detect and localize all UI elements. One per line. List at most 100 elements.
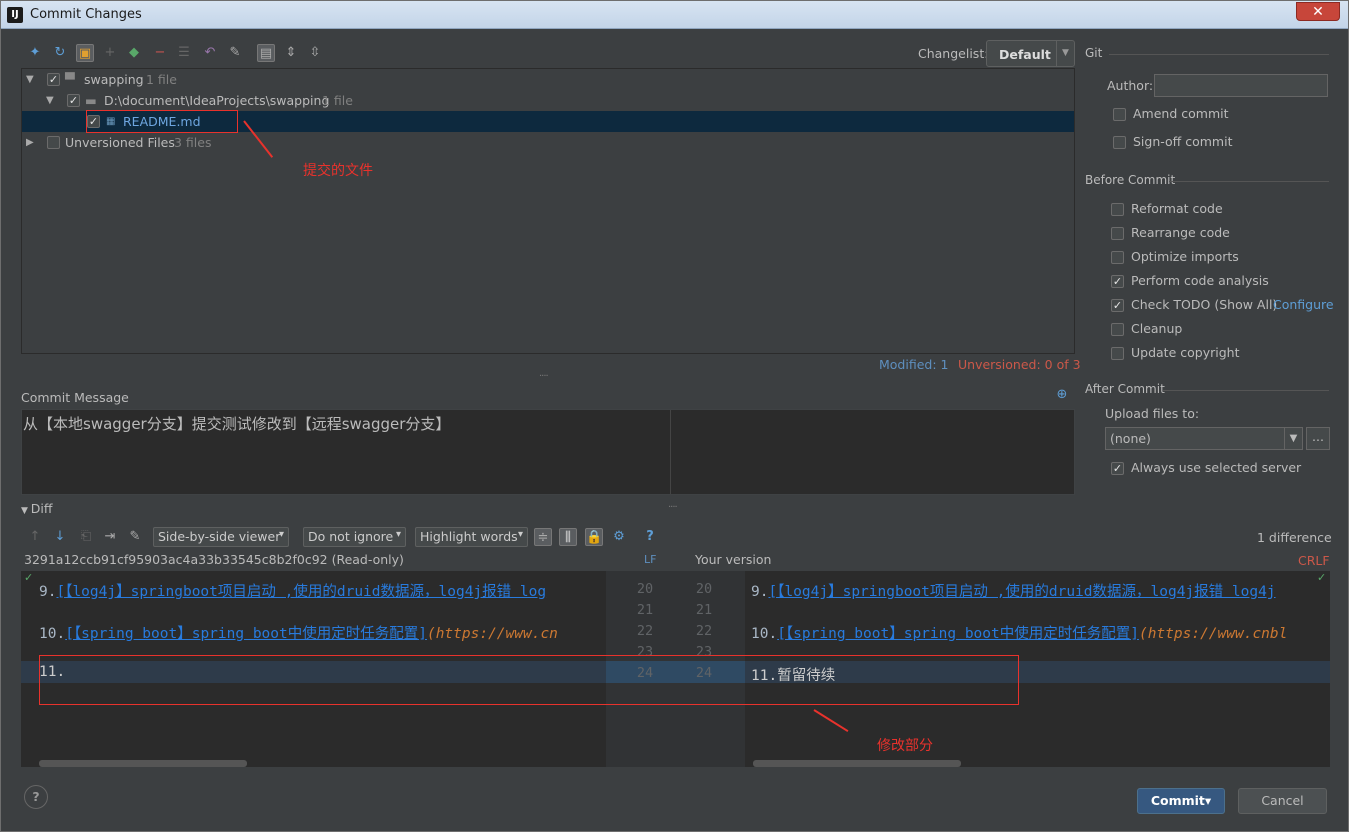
configure-link[interactable]: Configure <box>1273 297 1334 312</box>
minus-icon[interactable]: − <box>151 44 169 62</box>
collapse-unchanged-icon[interactable]: ≑ <box>534 528 552 546</box>
markdown-link[interactable]: [【spring boot】spring boot中使用定时任务配置] <box>65 626 427 642</box>
flatten-icon[interactable]: ▤ <box>257 44 275 62</box>
annotation-box-changes <box>39 655 1019 705</box>
jump-to-source-icon[interactable]: ⇥ <box>101 528 119 546</box>
option-label: Rearrange code <box>1131 225 1230 240</box>
unversioned-status[interactable]: Unversioned: 0 of 3 <box>958 357 1081 372</box>
checkbox[interactable] <box>1111 347 1124 360</box>
line-number-text: 9. <box>751 584 769 600</box>
checkbox[interactable] <box>1113 136 1126 149</box>
section-divider <box>1163 390 1329 391</box>
window-title: Commit Changes <box>30 7 142 22</box>
highlight-mode-dropdown[interactable]: Highlight words <box>415 527 528 547</box>
checkbox-unversioned[interactable] <box>47 136 60 149</box>
prev-file-icon[interactable]: ⎗ <box>77 528 95 546</box>
horizontal-scrollbar[interactable] <box>39 760 247 767</box>
tree-row-root[interactable]: ▼ ✓ ▀ swapping 1 file <box>22 69 1074 90</box>
checkbox[interactable]: ✓ <box>1111 275 1124 288</box>
annotation-changes: 修改部分 <box>877 738 933 754</box>
line-number-text: 10. <box>751 626 778 642</box>
checkbox-folder[interactable]: ✓ <box>67 94 80 107</box>
splitter-grip-icon[interactable]: ···· <box>668 502 678 513</box>
unversioned-name: Unversioned Files <box>65 135 175 150</box>
folder-count: 1 file <box>322 93 353 108</box>
collapse-arrow-icon[interactable]: ▶ <box>26 132 34 153</box>
checkbox[interactable]: ✓ <box>1111 462 1124 475</box>
commit-message-editor[interactable]: 从【本地swagger分支】提交测试修改到【远程swagger分支】 <box>21 409 1075 495</box>
upload-label: Upload files to: <box>1105 406 1200 421</box>
option-label: Cleanup <box>1131 321 1183 336</box>
section-divider <box>1169 181 1329 182</box>
upload-server-dropdown[interactable]: (none) ▼ <box>1105 427 1303 450</box>
markdown-link[interactable]: [【spring boot】spring boot中使用定时任务配置] <box>777 626 1139 642</box>
git-section-header: Git <box>1085 46 1329 60</box>
chevron-down-icon: ▼ <box>1056 41 1074 66</box>
modified-status[interactable]: Modified: 1 <box>879 357 948 372</box>
edit-source-icon[interactable]: ✎ <box>226 44 244 62</box>
collapse-all-icon[interactable]: ⇳ <box>306 44 324 62</box>
checkbox[interactable]: ✓ <box>1111 299 1124 312</box>
diff-icon[interactable]: ✦ <box>26 44 44 62</box>
line-separator-right[interactable]: CRLF <box>1298 553 1330 568</box>
commit-message-text: 从【本地swagger分支】提交测试修改到【远程swagger分支】 <box>23 415 451 433</box>
author-input[interactable] <box>1154 74 1328 97</box>
option-label: Check TODO (Show All) <box>1131 297 1278 312</box>
markdown-link[interactable]: [【log4j】springboot项目启动 ,使用的druid数据源，log4… <box>56 584 546 600</box>
diff-label-text: Diff <box>30 501 53 516</box>
right-line-number: 22 <box>695 623 713 639</box>
cancel-button[interactable]: Cancel <box>1238 788 1327 814</box>
checkbox[interactable] <box>1111 323 1124 336</box>
group-icon[interactable]: ◆ <box>125 44 143 62</box>
message-history-icon[interactable]: ⊕ <box>1053 386 1071 404</box>
splitter-grip-icon[interactable]: ···· <box>539 371 549 382</box>
changelist-value: Default <box>999 47 1051 62</box>
rollback-icon[interactable]: ↶ <box>201 44 219 62</box>
move-to-changelist-icon[interactable]: ▣ <box>76 44 94 62</box>
annotation-files: 提交的文件 <box>303 163 373 179</box>
diff-section-label[interactable]: ▼ Diff <box>21 501 53 516</box>
left-line-10: 10.[【spring boot】spring boot中使用定时任务配置](h… <box>39 622 599 643</box>
lock-icon[interactable]: 🔒 <box>585 528 603 546</box>
markdown-link[interactable]: [【log4j】springboot项目启动 ,使用的druid数据源，log4… <box>768 584 1275 600</box>
ignore-whitespace-dropdown[interactable]: Do not ignore <box>303 527 406 547</box>
close-button[interactable]: ✕ <box>1296 2 1340 21</box>
plus-icon[interactable]: + <box>101 44 119 62</box>
expand-all-icon[interactable]: ⇕ <box>282 44 300 62</box>
changelist-dropdown[interactable]: Default ▼ <box>986 40 1075 67</box>
right-line-9: 9.[【log4j】springboot项目启动 ,使用的druid数据源，lo… <box>751 580 1330 601</box>
checkbox[interactable] <box>1111 227 1124 240</box>
right-margin-guide <box>670 410 671 494</box>
commit-button[interactable]: Commit▾ <box>1137 788 1225 814</box>
checkbox-root[interactable]: ✓ <box>47 73 60 86</box>
chevron-down-icon: ▼ <box>1284 428 1302 449</box>
option-label: Always use selected server <box>1131 460 1302 475</box>
left-version-title: 3291a12ccb91cf95903ac4a33b33545c8b2f0c92… <box>24 552 404 567</box>
expand-icon[interactable]: ☰ <box>175 44 193 62</box>
viewer-mode-dropdown[interactable]: Side-by-side viewer <box>153 527 289 547</box>
checkbox[interactable] <box>1111 203 1124 216</box>
arrow-up-icon[interactable]: ↑ <box>26 528 44 546</box>
horizontal-scrollbar[interactable] <box>753 760 961 767</box>
section-divider <box>1109 54 1329 55</box>
left-line-9: 9.[【log4j】springboot项目启动 ,使用的druid数据源，lo… <box>39 580 599 601</box>
intellij-app-icon: IJ <box>7 7 23 23</box>
folder-path: D:\document\IdeaProjects\swapping <box>104 93 330 108</box>
checkbox[interactable] <box>1113 108 1126 121</box>
tree-row-unversioned[interactable]: ▶ Unversioned Files 3 files <box>22 132 1074 153</box>
tree-row-folder[interactable]: ▼ ✓ ▬ D:\document\IdeaProjects\swapping … <box>22 90 1074 111</box>
gear-icon[interactable]: ⚙ <box>610 528 628 546</box>
right-line-10: 10.[【spring boot】spring boot中使用定时任务配置](h… <box>751 622 1330 643</box>
after-commit-header: After Commit <box>1085 382 1329 396</box>
sync-scroll-icon[interactable]: ⫼ <box>559 528 577 546</box>
help-icon[interactable]: ? <box>641 528 659 546</box>
arrow-down-icon[interactable]: ↓ <box>51 528 69 546</box>
refresh-icon[interactable]: ↻ <box>51 44 69 62</box>
expand-arrow-icon[interactable]: ▼ <box>26 69 34 90</box>
checkbox[interactable] <box>1111 251 1124 264</box>
browse-servers-button[interactable]: ... <box>1306 427 1330 450</box>
edit-icon[interactable]: ✎ <box>126 528 144 546</box>
help-button[interactable]: ? <box>24 785 48 809</box>
line-separator-left[interactable]: LF <box>644 553 656 566</box>
expand-arrow-icon[interactable]: ▼ <box>46 90 54 111</box>
